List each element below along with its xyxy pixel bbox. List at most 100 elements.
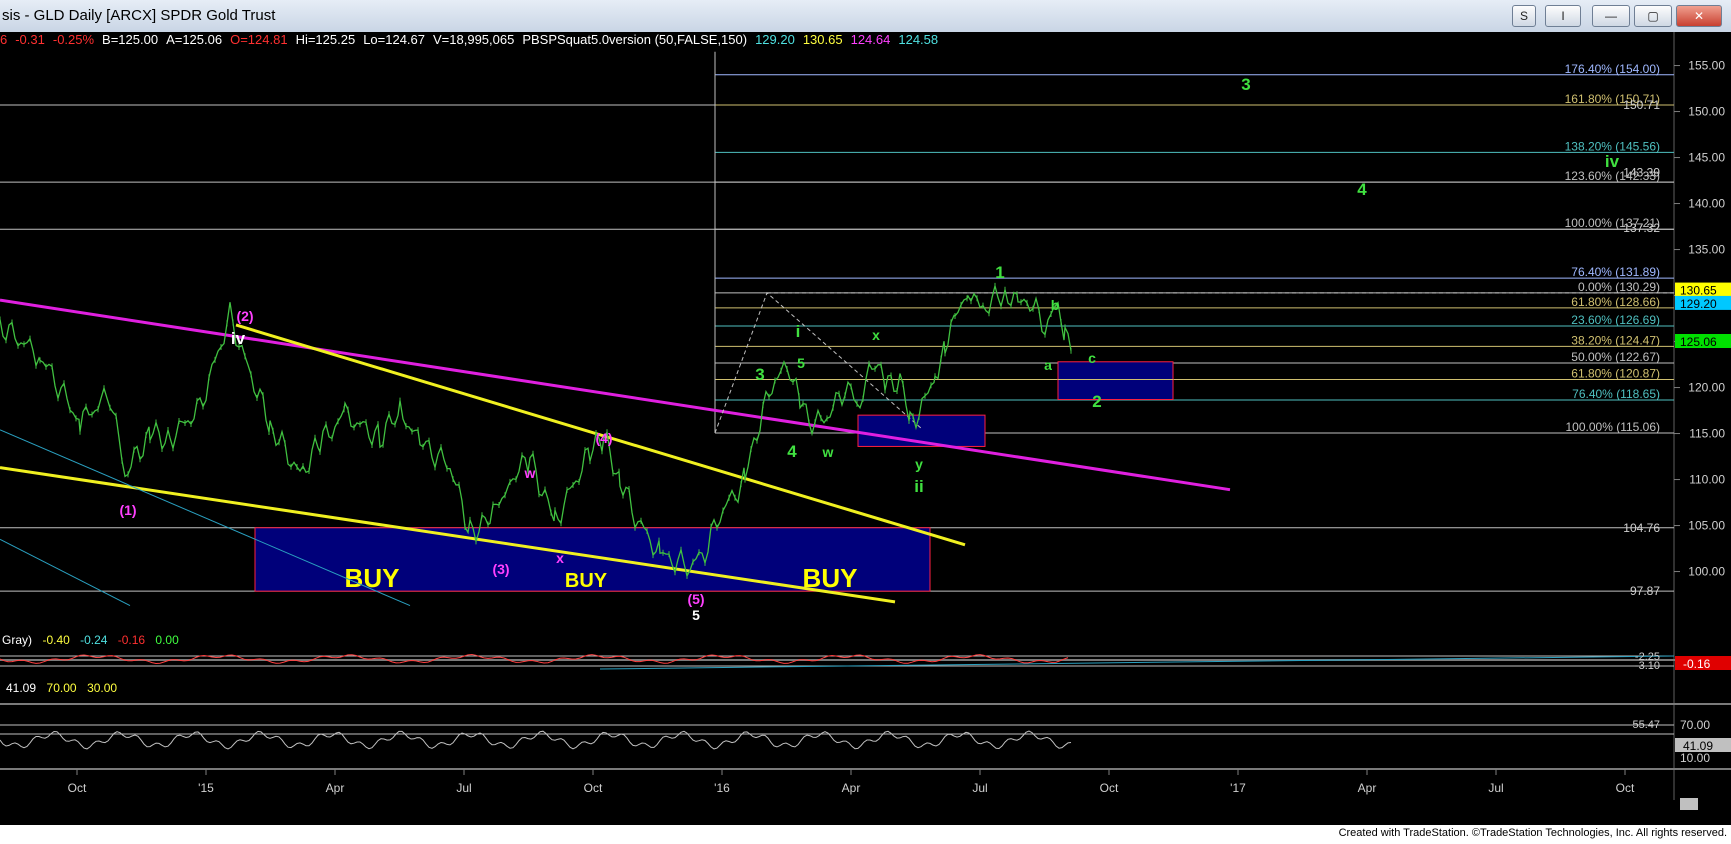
- fib-label: 38.20% (124.47): [1571, 333, 1660, 347]
- maximize-button[interactable]: ▢: [1634, 5, 1672, 27]
- x-tick-label: '17: [1230, 781, 1246, 795]
- title-bar: sis - GLD Daily [ARCX] SPDR Gold Trust S…: [0, 0, 1731, 33]
- header-value: B=125.00: [102, 32, 158, 47]
- price-tag-label: 125.06: [1680, 335, 1717, 349]
- header-value: A=125.06: [166, 32, 222, 47]
- header-value: 130.65: [803, 32, 843, 47]
- x-tick-label: Jul: [456, 781, 471, 795]
- y-tick-label: 135.00: [1688, 243, 1725, 257]
- indicator2-axis-label: 70.00: [1680, 718, 1710, 732]
- y-tick-label: 120.00: [1688, 381, 1725, 395]
- y-tick-label: 140.00: [1688, 197, 1725, 211]
- minimize-button[interactable]: —: [1592, 5, 1630, 27]
- header-value: Lo=124.67: [363, 32, 425, 47]
- price-chart: 176.40% (154.00)161.80% (150.71)138.20% …: [0, 32, 1731, 812]
- x-tick-label: Apr: [1358, 781, 1377, 795]
- indicator1-value: 0.00: [155, 633, 179, 647]
- fib-label: 61.80% (120.87): [1571, 367, 1660, 381]
- window-title: sis - GLD Daily [ARCX] SPDR Gold Trust: [2, 7, 276, 24]
- y-tick-label: 155.00: [1688, 59, 1725, 73]
- header-value: Hi=125.25: [296, 32, 356, 47]
- wave-label: 2: [1092, 392, 1101, 411]
- header-value: PBSPSquat5.0version (50,FALSE,150): [522, 32, 747, 47]
- wave-label: w: [822, 444, 834, 460]
- fib-label: 50.00% (122.67): [1571, 350, 1660, 364]
- level-label: 143.39: [1623, 165, 1660, 179]
- price-tag-label: 130.65: [1680, 284, 1717, 298]
- header-value: -0.31: [15, 32, 45, 47]
- fib-label: 61.80% (128.66): [1571, 295, 1660, 309]
- wave-label: (3): [492, 561, 509, 577]
- buy-label: BUY: [565, 570, 608, 592]
- fib-label: 100.00% (115.06): [1565, 420, 1660, 434]
- wave-label: 1: [995, 263, 1004, 282]
- x-tick-label: Apr: [326, 781, 345, 795]
- wave-label: x: [872, 327, 880, 343]
- header-value: -0.25%: [53, 32, 95, 47]
- close-button[interactable]: ✕: [1676, 5, 1722, 27]
- x-tick-label: Jul: [972, 781, 987, 795]
- wave-label: a: [1044, 357, 1052, 373]
- wave-label: ii: [914, 477, 923, 496]
- x-tick-label: '15: [198, 781, 214, 795]
- level-label: 97.87: [1630, 584, 1660, 598]
- x-tick-label: Oct: [1100, 781, 1119, 795]
- x-tick-label: Oct: [68, 781, 87, 795]
- wave-label: 5: [692, 607, 700, 623]
- indicator1-axis-label: -3.10: [1635, 660, 1660, 672]
- indicator2-axis-label: 55.47: [1632, 719, 1660, 731]
- level-label: 150.71: [1623, 98, 1660, 112]
- wave-label: (5): [687, 591, 704, 607]
- fib-label: 76.40% (118.65): [1572, 387, 1660, 401]
- wave-label: 5: [797, 355, 805, 371]
- level-label: 137.32: [1623, 221, 1660, 235]
- wave-label: y: [915, 456, 923, 472]
- indicator1-value: -0.16: [118, 633, 146, 647]
- wave-label: 4: [1357, 180, 1367, 199]
- y-tick-label: 110.00: [1689, 473, 1725, 487]
- wave-label: w: [524, 465, 536, 481]
- indicator1-value: Gray): [2, 633, 32, 647]
- header-value: 129.20: [755, 32, 795, 47]
- buy-label: BUY: [345, 563, 400, 593]
- x-tick-label: Oct: [1616, 781, 1635, 795]
- y-tick-label: 115.00: [1689, 427, 1725, 441]
- indicator2-axis-label: 10.00: [1680, 751, 1710, 765]
- x-tick-label: '16: [714, 781, 730, 795]
- header-value: 6: [0, 32, 7, 47]
- status-bar: Created with TradeStation. ©TradeStation…: [0, 825, 1731, 843]
- wave-label: (4): [595, 430, 612, 446]
- wave-label: (1): [119, 502, 136, 518]
- indicator1-value: -0.24: [80, 633, 108, 647]
- header-value: 124.64: [851, 32, 891, 47]
- fib-label: 23.60% (126.69): [1571, 313, 1660, 327]
- fib-label: 0.00% (130.29): [1578, 280, 1660, 294]
- wave-label: iv: [1605, 152, 1620, 171]
- scroll-handle[interactable]: [1680, 798, 1698, 810]
- symbol-button[interactable]: S: [1512, 5, 1536, 27]
- target-box: [1057, 361, 1174, 401]
- x-tick-label: Jul: [1488, 781, 1503, 795]
- wave-label: b: [1051, 297, 1060, 313]
- y-tick-label: 100.00: [1688, 565, 1725, 579]
- chart-window: sis - GLD Daily [ARCX] SPDR Gold Trust S…: [0, 0, 1731, 843]
- indicator1-tag-label: -0.16: [1683, 657, 1711, 671]
- indicator2-value: 70.00: [47, 681, 77, 695]
- header-value: V=18,995,065: [433, 32, 514, 47]
- wave-label: (2): [236, 308, 253, 324]
- wave-label: iv: [231, 329, 246, 348]
- wave-label: 4: [787, 442, 797, 461]
- info-button[interactable]: I: [1545, 5, 1581, 27]
- x-tick-label: Oct: [584, 781, 603, 795]
- fib-label: 176.40% (154.00): [1565, 62, 1660, 76]
- y-tick-label: 105.00: [1688, 519, 1725, 533]
- wave-label: 3: [1241, 75, 1250, 94]
- wave-label: i: [796, 322, 801, 341]
- header-value: O=124.81: [230, 32, 287, 47]
- x-tick-label: Apr: [842, 781, 861, 795]
- indicator2-tag-label: 41.09: [1683, 739, 1713, 753]
- credit-text: Created with TradeStation. ©TradeStation…: [1338, 827, 1727, 839]
- level-label: 104.76: [1623, 521, 1660, 535]
- indicator2-value: 30.00: [87, 681, 117, 695]
- y-tick-label: 145.00: [1688, 151, 1725, 165]
